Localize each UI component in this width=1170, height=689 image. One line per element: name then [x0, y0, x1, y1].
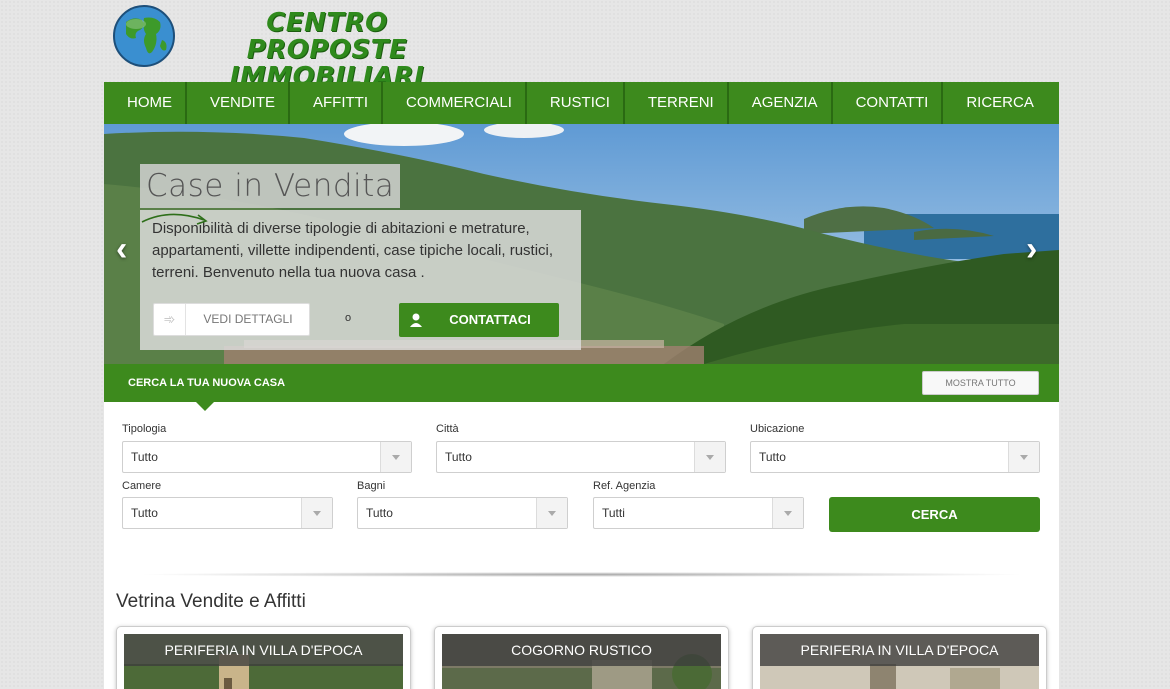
select-ref-agenzia[interactable]: Tutti [593, 497, 804, 529]
slider-next-arrow[interactable]: › [1026, 232, 1037, 266]
select-camere[interactable]: Tutto [122, 497, 333, 529]
arrow-right-icon: ➾ [154, 304, 186, 335]
or-label: o [345, 312, 352, 324]
search-title: CERCA LA TUA NUOVA CASA [128, 377, 286, 389]
property-card-2[interactable]: COGORNO RUSTICO [434, 626, 729, 689]
nav-vendite[interactable]: VENDITE [187, 82, 291, 124]
property-card-caption: PERIFERIA IN VILLA D'EPOCA [760, 634, 1039, 666]
chevron-down-icon [772, 498, 803, 528]
select-tipologia[interactable]: Tutto [122, 441, 412, 473]
hero-title: Case in Vendita [140, 164, 401, 208]
select-camere-value: Tutto [131, 506, 158, 520]
label-camere: Camere [122, 480, 162, 492]
select-ubicazione[interactable]: Tutto [750, 441, 1040, 473]
contact-button-label: CONTATTACI [449, 312, 531, 327]
logo-line-1: CENTRO PROPOSTE [246, 8, 408, 65]
select-bagni[interactable]: Tutto [357, 497, 568, 529]
chevron-down-icon [380, 442, 411, 472]
page-container: HOME VENDITE AFFITTI COMMERCIALI RUSTICI… [104, 82, 1059, 689]
nav-agenzia[interactable]: AGENZIA [729, 82, 833, 124]
property-card-caption: PERIFERIA IN VILLA D'EPOCA [124, 634, 403, 666]
select-ref-agenzia-value: Tutti [602, 506, 625, 520]
select-bagni-value: Tutto [366, 506, 393, 520]
user-icon [410, 313, 422, 327]
details-button[interactable]: ➾ VEDI DETTAGLI [153, 303, 310, 336]
section-divider [134, 572, 1029, 577]
globe-icon [113, 5, 175, 67]
logo-text: CENTRO PROPOSTE IMMOBILIARI [192, 10, 462, 91]
slider-prev-arrow[interactable]: ‹ [116, 232, 127, 266]
contact-button[interactable]: CONTATTACI [399, 303, 559, 337]
chevron-down-icon [694, 442, 725, 472]
search-notch [196, 402, 214, 411]
nav-terreni[interactable]: TERRENI [625, 82, 729, 124]
chevron-down-icon [1008, 442, 1039, 472]
search-header: CERCA LA TUA NUOVA CASA MOSTRA TUTTO [104, 364, 1059, 411]
label-ubicazione: Ubicazione [750, 423, 805, 435]
property-card-1[interactable]: PERIFERIA IN VILLA D'EPOCA [116, 626, 411, 689]
property-card-caption: COGORNO RUSTICO [442, 634, 721, 666]
chevron-down-icon [301, 498, 332, 528]
label-ref-agenzia: Ref. Agenzia [593, 480, 656, 492]
label-citta: Città [436, 423, 459, 435]
nav-commerciali[interactable]: COMMERCIALI [383, 82, 527, 124]
chevron-down-icon [536, 498, 567, 528]
hero-description: Disponibilità di diverse tipologie di ab… [152, 220, 554, 281]
showcase-title: Vetrina Vendite e Affitti [116, 591, 306, 612]
curved-arrow-icon [141, 213, 208, 225]
select-citta-value: Tutto [445, 450, 472, 464]
property-card-3[interactable]: PERIFERIA IN VILLA D'EPOCA [752, 626, 1047, 689]
nav-rustici[interactable]: RUSTICI [527, 82, 625, 124]
select-citta[interactable]: Tutto [436, 441, 726, 473]
nav-contatti[interactable]: CONTATTI [833, 82, 944, 124]
label-bagni: Bagni [357, 480, 386, 492]
select-ubicazione-value: Tutto [759, 450, 786, 464]
nav-ricerca[interactable]: RICERCA [943, 82, 1047, 124]
hero-slider: ‹ › Case in Vendita Disponibilità di div… [104, 124, 1059, 364]
hero-caption-box: Disponibilità di diverse tipologie di ab… [140, 210, 581, 350]
search-button[interactable]: CERCA [829, 497, 1040, 532]
select-tipologia-value: Tutto [131, 450, 158, 464]
label-tipologia: Tipologia [122, 423, 167, 435]
nav-home[interactable]: HOME [104, 82, 187, 124]
details-button-label: VEDI DETTAGLI [203, 312, 293, 326]
nav-affitti[interactable]: AFFITTI [290, 82, 384, 124]
show-all-button[interactable]: MOSTRA TUTTO [922, 371, 1039, 395]
main-nav: HOME VENDITE AFFITTI COMMERCIALI RUSTICI… [104, 82, 1059, 124]
site-logo[interactable]: CENTRO PROPOSTE IMMOBILIARI [112, 4, 472, 91]
